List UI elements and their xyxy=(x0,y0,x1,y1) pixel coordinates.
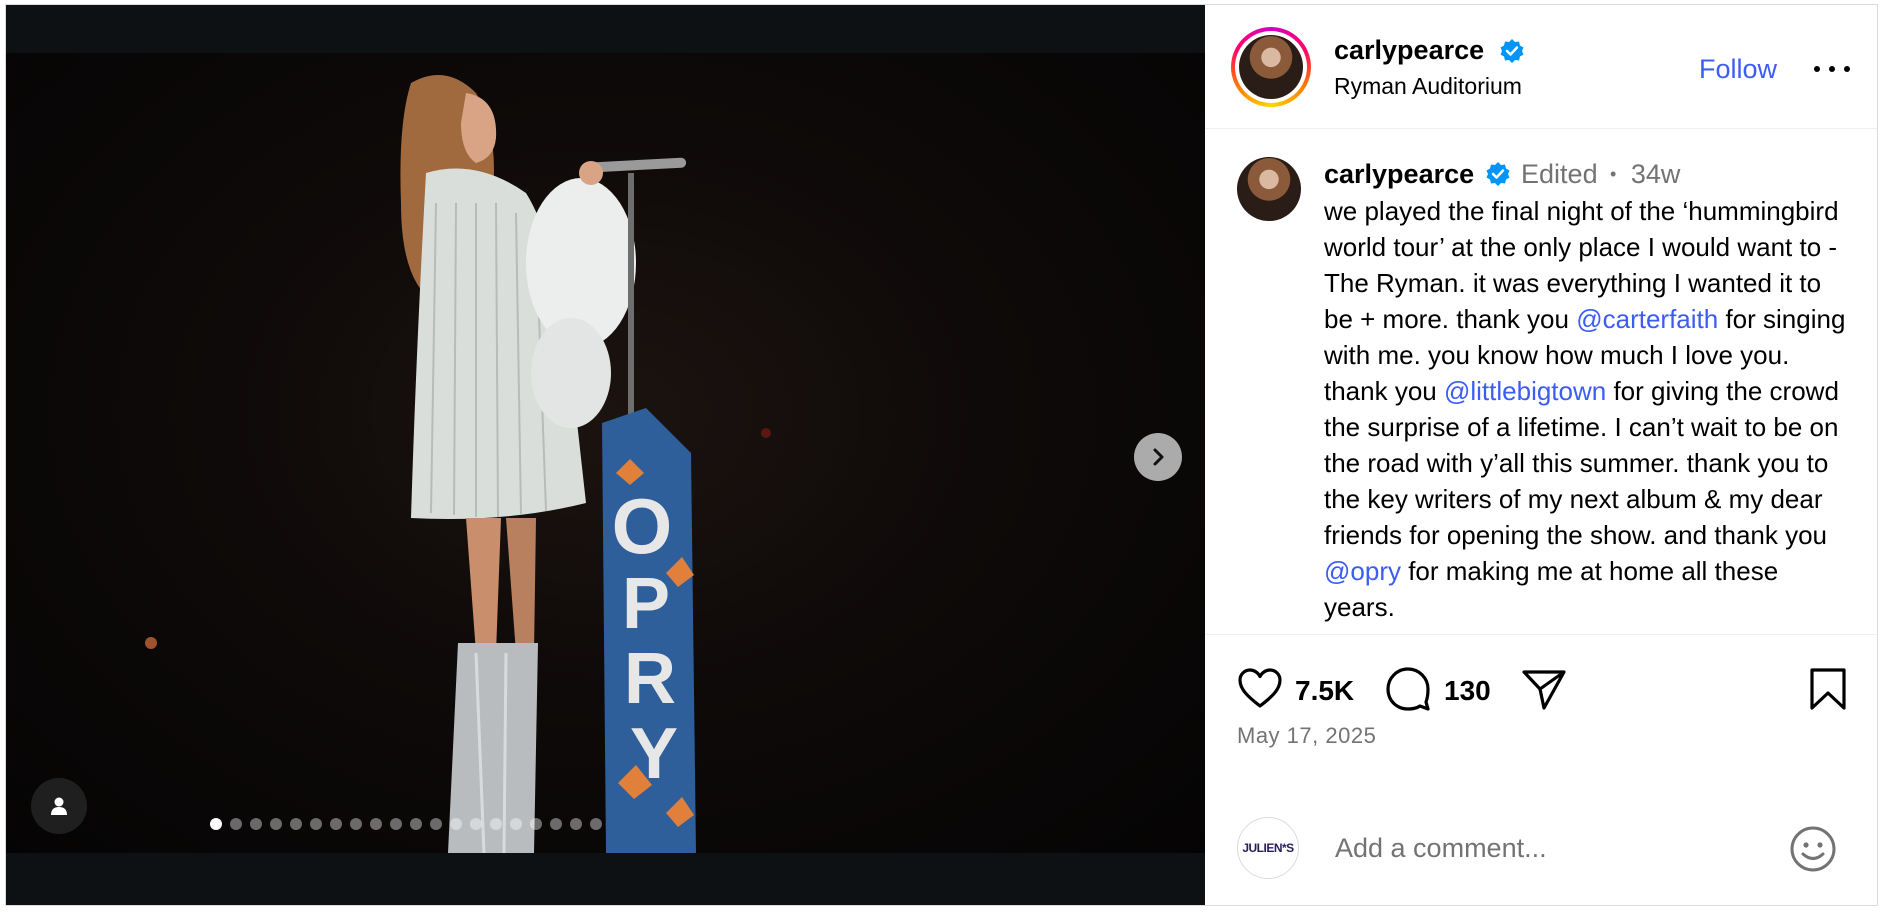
mention-littlebigtown[interactable]: @littlebigtown xyxy=(1444,376,1606,406)
verified-badge-icon xyxy=(1486,162,1510,186)
next-photo-button[interactable] xyxy=(1134,433,1182,481)
carousel-dot xyxy=(329,818,342,830)
svg-text:R: R xyxy=(624,639,676,719)
carousel-dot xyxy=(229,818,242,830)
caption-text: we played the final night of the ‘hummin… xyxy=(1324,193,1854,625)
carousel-dot xyxy=(269,818,282,830)
header-username[interactable]: carlypearce xyxy=(1334,35,1484,66)
follow-button[interactable]: Follow xyxy=(1699,54,1777,85)
caption-avatar[interactable] xyxy=(1237,157,1301,221)
carousel-dot xyxy=(409,818,422,830)
verified-badge-icon xyxy=(1500,39,1524,63)
svg-text:P: P xyxy=(622,564,670,644)
next-arrow-icon xyxy=(1153,448,1164,466)
story-ring[interactable] xyxy=(1231,27,1311,107)
carousel-dot xyxy=(509,818,522,830)
carousel-dot xyxy=(529,818,542,830)
comment-icon[interactable] xyxy=(1385,666,1431,712)
svg-text:O: O xyxy=(612,482,673,570)
post-dialog: O P R Y carlypearce Ryman Auditorium Fol… xyxy=(5,4,1878,906)
carousel-dot xyxy=(449,818,462,830)
carousel-indicator xyxy=(6,818,1005,830)
avatar[interactable] xyxy=(1239,35,1303,99)
carousel-dot xyxy=(289,818,302,830)
post-media: O P R Y xyxy=(6,5,1205,905)
mention-opry[interactable]: @opry xyxy=(1324,556,1401,586)
heart-icon[interactable] xyxy=(1237,667,1283,709)
caption-username[interactable]: carlypearce xyxy=(1324,159,1474,189)
caption-meta: carlypearce Edited • 34w xyxy=(1324,159,1680,195)
carousel-dot xyxy=(309,818,322,830)
carousel-dot xyxy=(369,818,382,830)
like-count[interactable]: 7.5K xyxy=(1295,675,1354,707)
share-icon[interactable] xyxy=(1520,667,1568,711)
carousel-dot xyxy=(389,818,402,830)
meta-separator: • xyxy=(1610,164,1617,184)
edited-label: Edited xyxy=(1521,159,1598,189)
carousel-dot xyxy=(549,818,562,830)
concert-photo-illustration: O P R Y xyxy=(145,75,771,853)
post-details: carlypearce Ryman Auditorium Follow carl… xyxy=(1205,5,1877,905)
carousel-dot xyxy=(569,818,582,830)
more-options-icon[interactable] xyxy=(1812,61,1852,77)
mention-carterfaith[interactable]: @carterfaith xyxy=(1576,304,1718,334)
carousel-dot xyxy=(429,818,442,830)
emoji-icon[interactable] xyxy=(1789,825,1837,873)
comment-input[interactable] xyxy=(1333,827,1737,869)
comment-count[interactable]: 130 xyxy=(1444,675,1491,707)
add-comment-bar: JULIEN*S xyxy=(1205,805,1877,905)
carousel-dot xyxy=(469,818,482,830)
bookmark-icon[interactable] xyxy=(1809,667,1847,711)
caption-section: carlypearce Edited • 34w we played the f… xyxy=(1205,129,1877,635)
location-link[interactable]: Ryman Auditorium xyxy=(1334,73,1522,100)
carousel-dot xyxy=(489,818,502,830)
post-photo: O P R Y xyxy=(6,53,1205,853)
carousel-dot xyxy=(349,818,362,830)
carousel-dot xyxy=(209,818,222,830)
post-date[interactable]: May 17, 2025 xyxy=(1237,723,1376,749)
commenter-avatar: JULIEN*S xyxy=(1237,817,1299,879)
tagged-user-icon xyxy=(51,797,67,815)
post-header: carlypearce Ryman Auditorium Follow xyxy=(1205,5,1877,129)
action-bar: 7.5K 130 xyxy=(1205,635,1877,725)
carousel-dot xyxy=(589,818,602,830)
post-age[interactable]: 34w xyxy=(1631,159,1681,189)
carousel-dot xyxy=(249,818,262,830)
